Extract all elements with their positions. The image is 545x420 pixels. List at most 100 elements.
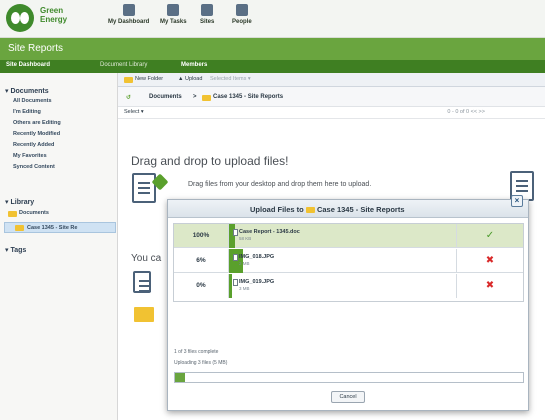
sidebar-item-recently-added[interactable]: Recently Added bbox=[13, 142, 54, 148]
new-folder-button[interactable]: New Folder bbox=[135, 76, 163, 82]
overall-progress-bar bbox=[174, 372, 524, 383]
heading-label: Tags bbox=[10, 247, 27, 254]
nav-label: My Tasks bbox=[160, 19, 187, 25]
file-percent: 100% bbox=[174, 224, 229, 248]
breadcrumb-separator: > bbox=[193, 94, 197, 100]
dialog-title-folder: Case 1345 - Site Reports bbox=[316, 205, 405, 214]
file-cell: Case Report - 1345.doc 58 KB bbox=[229, 224, 457, 248]
doclib-toolbar: New Folder ▲ Upload Selected Items ▾ bbox=[118, 73, 545, 87]
sidebar-documents-heading[interactable]: ▾ Documents bbox=[5, 87, 49, 95]
dropzone-title: Drag and drop to upload files! bbox=[131, 154, 289, 168]
file-cell: IMG_019.JPG 3 MB bbox=[229, 274, 457, 298]
heading-label: Documents bbox=[10, 88, 49, 95]
selected-items-menu[interactable]: Selected Items ▾ bbox=[210, 76, 251, 82]
subnav-members[interactable]: Members bbox=[181, 62, 207, 68]
brand-line-2: Energy bbox=[40, 15, 68, 24]
file-percent: 6% bbox=[174, 249, 229, 273]
sidebar-tags-heading[interactable]: ▾ Tags bbox=[5, 246, 26, 254]
nav-my-tasks[interactable]: My Tasks bbox=[160, 4, 187, 25]
pager[interactable]: 0 - 0 of 0 << >> bbox=[447, 109, 485, 115]
select-menu[interactable]: Select ▾ bbox=[124, 109, 144, 115]
file-size: 3 MB bbox=[239, 286, 250, 291]
nav-label: Sites bbox=[200, 19, 215, 25]
nav-label: My Dashboard bbox=[108, 19, 150, 25]
file-name: Case Report - 1345.doc bbox=[239, 229, 300, 235]
file-progress-bar bbox=[229, 224, 235, 248]
list-controls: Select ▾ 0 - 0 of 0 << >> bbox=[118, 107, 545, 119]
heading-label: Library bbox=[10, 199, 35, 206]
upload-dialog: Upload Files to Case 1345 - Site Reports… bbox=[167, 195, 529, 411]
status-icon[interactable]: ✖ bbox=[457, 274, 523, 298]
file-progress-bar bbox=[229, 274, 232, 298]
sidebar-item-my-favorites[interactable]: My Favorites bbox=[13, 153, 47, 159]
people-icon bbox=[235, 4, 248, 16]
top-header: Green Energy My Dashboard My Tasks Sites… bbox=[0, 0, 545, 38]
site-subnav: Site Dashboard Document Library Members bbox=[0, 60, 545, 73]
file-name: IMG_019.JPG bbox=[239, 279, 275, 285]
sidebar-item-library-documents[interactable]: Documents bbox=[19, 210, 49, 216]
subnav-site-dashboard[interactable]: Site Dashboard bbox=[6, 62, 50, 68]
folder-icon bbox=[15, 225, 24, 231]
sync-icon[interactable]: ↺ bbox=[126, 94, 131, 101]
file-size: 58 KB bbox=[239, 236, 252, 241]
upload-file-row: 0% IMG_019.JPG 3 MB ✖ bbox=[174, 274, 523, 298]
file-icon bbox=[233, 254, 238, 261]
upload-file-row: 6% IMG_018.JPG 2 MB ✖ bbox=[174, 249, 523, 273]
breadcrumb-documents[interactable]: Documents bbox=[149, 94, 182, 100]
file-cell: IMG_018.JPG 2 MB bbox=[229, 249, 457, 273]
selected-items-label: Selected Items bbox=[210, 76, 247, 82]
document-icon bbox=[132, 173, 156, 203]
site-title-bar: Site Reports bbox=[0, 38, 545, 60]
dialog-title-prefix: Upload Files to bbox=[250, 205, 304, 214]
green-energy-logo-icon[interactable] bbox=[6, 4, 34, 32]
overall-progress-fill bbox=[175, 373, 186, 382]
nav-label: People bbox=[232, 19, 252, 25]
sidebar-item-all-documents[interactable]: All Documents bbox=[13, 98, 52, 104]
upload-file-table: 100% Case Report - 1345.doc 58 KB ✓ 6% I… bbox=[173, 223, 524, 302]
dashboard-icon bbox=[122, 4, 135, 16]
sites-icon bbox=[201, 4, 214, 16]
sidebar-item-im-editing[interactable]: I'm Editing bbox=[13, 109, 41, 115]
app-window: Green Energy My Dashboard My Tasks Sites… bbox=[0, 0, 545, 420]
file-size: 2 MB bbox=[239, 261, 250, 266]
file-icon bbox=[233, 229, 238, 236]
site-title: Site Reports bbox=[8, 43, 64, 54]
file-percent: 0% bbox=[174, 274, 229, 298]
sidebar-item-case-1345[interactable]: Case 1345 - Site Re bbox=[4, 222, 116, 233]
new-folder-icon bbox=[124, 77, 133, 83]
cancel-button[interactable]: Cancel bbox=[331, 391, 365, 403]
folder-icon bbox=[202, 95, 211, 101]
files-complete-text: 1 of 3 files complete bbox=[174, 349, 219, 355]
document-small-icon bbox=[133, 271, 151, 293]
dialog-title: Upload Files to Case 1345 - Site Reports bbox=[250, 205, 405, 214]
you-can-text: You ca bbox=[131, 253, 162, 264]
folder-large-icon bbox=[134, 307, 154, 322]
sidebar: ▾ Documents All Documents I'm Editing Ot… bbox=[0, 73, 118, 420]
dialog-header: Upload Files to Case 1345 - Site Reports… bbox=[168, 195, 528, 218]
breadcrumb: ↺ Documents > Case 1345 - Site Reports bbox=[118, 87, 545, 107]
sidebar-item-synced-content[interactable]: Synced Content bbox=[13, 164, 55, 170]
file-name: IMG_018.JPG bbox=[239, 254, 275, 260]
brand-line-1: Green bbox=[40, 6, 64, 15]
sidebar-item-others-editing[interactable]: Others are Editing bbox=[13, 120, 61, 126]
nav-people[interactable]: People bbox=[232, 4, 252, 25]
nav-my-dashboard[interactable]: My Dashboard bbox=[108, 4, 149, 25]
sidebar-item-label: Case 1345 - Site Re bbox=[27, 225, 78, 231]
nav-sites[interactable]: Sites bbox=[200, 4, 214, 25]
folder-icon bbox=[305, 207, 315, 213]
dropzone-subtitle: Drag files from your desktop and drop th… bbox=[188, 181, 372, 188]
uploading-text: Uploading 3 files (5 MB) bbox=[174, 360, 228, 366]
close-icon[interactable]: × bbox=[511, 195, 523, 207]
status-icon[interactable]: ✖ bbox=[457, 249, 523, 273]
sidebar-item-recently-modified[interactable]: Recently Modified bbox=[13, 131, 60, 137]
upload-file-row: 100% Case Report - 1345.doc 58 KB ✓ bbox=[174, 224, 523, 248]
breadcrumb-current[interactable]: Case 1345 - Site Reports bbox=[213, 94, 283, 100]
sidebar-library-heading[interactable]: ▾ Library bbox=[5, 198, 34, 206]
status-icon: ✓ bbox=[485, 230, 495, 241]
upload-button[interactable]: ▲ Upload bbox=[178, 76, 202, 82]
folder-icon bbox=[8, 211, 17, 217]
file-icon bbox=[233, 279, 238, 286]
upload-label: Upload bbox=[184, 76, 203, 82]
subnav-document-library[interactable]: Document Library bbox=[100, 62, 147, 68]
tasks-icon bbox=[167, 4, 180, 16]
